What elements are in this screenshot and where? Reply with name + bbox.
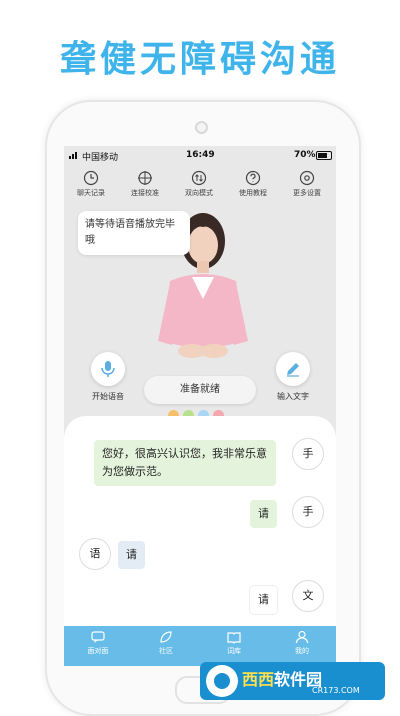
page-headline: 聋健无障碍沟通 (59, 39, 340, 80)
book-icon (227, 632, 241, 644)
battery-percent: 70% (294, 150, 316, 160)
tool-label: 连接校准 (131, 189, 159, 197)
tab-label: 面对面 (87, 647, 109, 655)
watermark-brand: 西西软件园 (242, 666, 322, 690)
chat-message-sent: 请 (250, 500, 277, 528)
crosshair-icon (138, 171, 152, 185)
tab-profile[interactable]: 我的 (268, 630, 336, 656)
tool-label: 使用教程 (239, 189, 267, 197)
exchange-icon (191, 170, 207, 186)
tool-calibrate[interactable]: 连接校准 (118, 170, 172, 198)
tab-label: 社区 (159, 647, 173, 655)
sign-tag[interactable]: 手 (292, 496, 324, 528)
voice-button[interactable] (91, 352, 125, 386)
sign-tag[interactable]: 手 (292, 438, 324, 470)
text-input-label: 输入文字 (277, 392, 309, 401)
tool-settings[interactable]: 更多设置 (280, 170, 334, 198)
leaf-icon (160, 631, 172, 643)
help-icon (245, 170, 261, 186)
pencil-icon (287, 363, 299, 377)
chat-panel: 您好，很高兴认识您，我非常乐意为您做示范。 手 请 手 语 请 请 文 (64, 416, 336, 626)
gear-icon (299, 170, 315, 186)
tab-community[interactable]: 社区 (132, 630, 200, 656)
status-ready-pill: 准备就绪 (144, 376, 256, 404)
clock-icon (83, 170, 99, 186)
avatar-speech-bubble: 请等待语音播放完毕哦 (78, 211, 190, 255)
watermark-brand-a: 西西 (242, 670, 275, 689)
tool-two-way-mode[interactable]: 双向模式 (172, 170, 226, 198)
site-watermark: 西西软件园 CR173.COM (200, 662, 385, 700)
signal-icon (69, 151, 79, 159)
tab-label: 我的 (295, 647, 309, 655)
chat-message-voice: 请 (118, 541, 145, 569)
chat-message-text: 请 (250, 586, 277, 614)
voice-button-label: 开始语音 (92, 392, 124, 401)
chat-message-received: 您好，很高兴认识您，我非常乐意为您做示范。 (94, 440, 276, 486)
battery-icon (316, 151, 332, 160)
tab-dictionary[interactable]: 词库 (200, 630, 268, 656)
tool-label: 聊天记录 (77, 189, 105, 197)
watermark-logo-icon (206, 665, 238, 697)
tab-face-to-face[interactable]: 面对面 (64, 630, 132, 656)
tool-tutorial[interactable]: 使用教程 (226, 170, 280, 198)
microphone-icon (101, 361, 115, 377)
voice-tag[interactable]: 语 (79, 538, 111, 570)
carrier-name: 中国移动 (82, 153, 119, 163)
status-time: 16:49 (186, 150, 215, 160)
tool-label: 更多设置 (293, 189, 321, 197)
user-icon (295, 630, 309, 644)
text-input-button[interactable] (276, 352, 310, 386)
app-screen: 中国移动 16:49 70% 聊天记录 连接校准 双向模式 使用教程 更多设置 … (64, 146, 336, 666)
chat-icon (91, 631, 105, 643)
status-bar: 中国移动 16:49 70% (64, 146, 336, 166)
bottom-tab-bar: 面对面 社区 词库 我的 (64, 626, 336, 666)
tool-chat-history[interactable]: 聊天记录 (64, 170, 118, 198)
tool-label: 双向模式 (185, 189, 213, 197)
tab-label: 词库 (227, 647, 241, 655)
watermark-url: CR173.COM (312, 686, 360, 695)
text-tag[interactable]: 文 (292, 580, 324, 612)
camera-icon (195, 121, 208, 134)
